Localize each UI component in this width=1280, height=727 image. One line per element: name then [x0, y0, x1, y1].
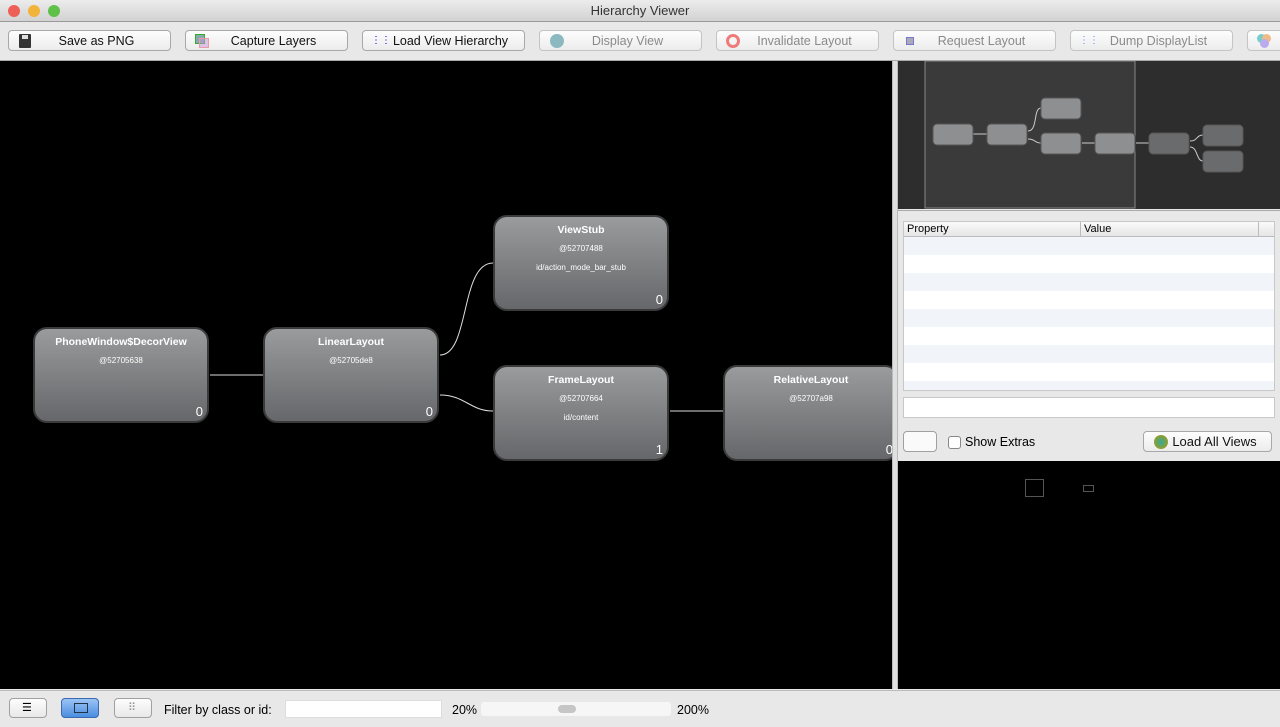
list-icon: ☰ — [22, 702, 32, 714]
grid-icon: ⠿ — [128, 702, 137, 714]
tree-icon — [74, 703, 88, 713]
hierarchy-icon: ⋮⋮ — [1079, 34, 1099, 46]
toolbar: Save as PNG Capture Layers ⋮⋮ Load View … — [0, 23, 1280, 61]
layers-icon — [194, 33, 210, 48]
minimize-window-button[interactable] — [28, 5, 40, 17]
zoom-min-label: 20% — [452, 703, 478, 717]
overview-node — [932, 123, 974, 146]
zoom-slider-knob[interactable] — [558, 705, 577, 713]
filter-label: Filter by class or id: — [164, 703, 272, 717]
tree-node[interactable]: PhoneWindow$DecorView @52705638 0 — [33, 327, 209, 423]
tree-view-mode-button[interactable]: ☰ — [9, 698, 47, 718]
overview-node — [1040, 97, 1082, 120]
tree-node[interactable]: RelativeLayout @52707a98 0 — [723, 365, 892, 461]
layout-box — [1025, 479, 1044, 497]
hierarchy-canvas[interactable]: PhoneWindow$DecorView @52705638 0 Linear… — [0, 61, 892, 689]
no-entry-icon — [725, 33, 741, 48]
overview-node — [1094, 132, 1136, 155]
hierarchy-icon: ⋮⋮ — [371, 34, 391, 46]
connector — [439, 394, 494, 412]
display-view-button[interactable]: Display View — [539, 30, 702, 51]
capture-layers-button[interactable]: Capture Layers — [185, 30, 348, 51]
load-all-views-button[interactable]: Load All Views — [1143, 431, 1272, 452]
bottom-bar: ☰ ⠿ Filter by class or id: 20% 200% — [0, 690, 1280, 727]
properties-table[interactable]: Property Value — [903, 221, 1275, 391]
properties-panel: Property Value Show Extras Load All View… — [898, 210, 1280, 460]
layout-preview — [898, 461, 1280, 689]
request-layout-button[interactable]: Request Layout — [893, 30, 1056, 51]
title-bar: Hierarchy Viewer — [0, 0, 1280, 22]
column-header-value[interactable]: Value — [1081, 222, 1259, 236]
floppy-icon — [17, 33, 33, 48]
overflow-button[interactable] — [1247, 30, 1280, 51]
overview-node — [1202, 150, 1244, 173]
filter-input[interactable] — [285, 700, 442, 718]
overview-node — [1040, 132, 1082, 155]
color-swatch-button[interactable] — [903, 431, 937, 452]
invalidate-layout-button[interactable]: Invalidate Layout — [716, 30, 879, 51]
overview-map — [924, 60, 1244, 209]
close-window-button[interactable] — [8, 5, 20, 17]
zoom-max-label: 200% — [677, 703, 709, 717]
color-circles-icon — [1256, 33, 1272, 48]
tree-overview[interactable] — [898, 60, 1280, 209]
tree-node[interactable]: ViewStub @52707488 id/action_mode_bar_st… — [493, 215, 669, 311]
connector — [439, 262, 494, 356]
tree-node[interactable]: FrameLayout @52707664 id/content 1 — [493, 365, 669, 461]
overview-node — [1148, 132, 1190, 155]
globe-stack-icon — [1152, 434, 1168, 449]
window-title: Hierarchy Viewer — [590, 3, 690, 18]
dump-displaylist-button[interactable]: ⋮⋮ Dump DisplayList — [1070, 30, 1233, 51]
show-extras-checkbox[interactable] — [948, 435, 961, 449]
zoom-window-button[interactable] — [48, 5, 60, 17]
overview-node — [986, 123, 1028, 146]
column-header-property[interactable]: Property — [904, 222, 1081, 236]
property-filter-input[interactable] — [903, 397, 1275, 418]
overview-node — [1202, 124, 1244, 147]
zoom-slider[interactable] — [481, 702, 671, 716]
request-layout-icon — [902, 34, 918, 48]
tree-node[interactable]: LinearLayout @52705de8 0 — [263, 327, 439, 423]
globe-icon — [548, 33, 564, 48]
save-as-png-button[interactable]: Save as PNG — [8, 30, 171, 51]
pixel-view-mode-button[interactable]: ⠿ — [114, 698, 152, 718]
hierarchy-view-mode-button[interactable] — [61, 698, 99, 718]
show-extras-option[interactable]: Show Extras — [948, 435, 1035, 449]
load-view-hierarchy-button[interactable]: ⋮⋮ Load View Hierarchy — [362, 30, 525, 51]
layout-box — [1083, 485, 1094, 492]
